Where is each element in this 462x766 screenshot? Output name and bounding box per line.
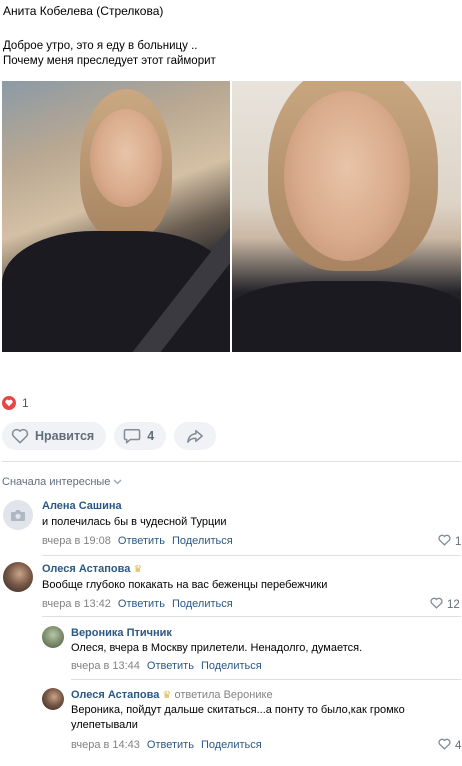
- reply-link[interactable]: Ответить: [147, 660, 194, 672]
- comment-meta: вчера в 14:43 Ответить Поделиться: [71, 739, 262, 751]
- reply-to-label[interactable]: ответила Веронике: [174, 689, 272, 701]
- share-link[interactable]: Поделиться: [172, 598, 233, 610]
- heart-outline-icon: [11, 428, 29, 444]
- likes-count: 1: [22, 396, 29, 410]
- post-photo-1[interactable]: [2, 81, 230, 352]
- divider: [42, 555, 461, 556]
- divider: [71, 679, 461, 680]
- share-arrow-icon: [186, 428, 204, 444]
- share-link[interactable]: Поделиться: [201, 739, 262, 751]
- comment-text: Вообще глубоко покакать на вас беженцы п…: [42, 579, 328, 591]
- comment: Алена Сашина и полечилась бы в чудесной …: [0, 495, 462, 553]
- comment-meta: вчера в 19:08 Ответить Поделиться: [42, 535, 233, 547]
- heart-icon: [2, 396, 16, 410]
- post-photos: [2, 81, 461, 352]
- photo-hoodie: [232, 281, 461, 352]
- reply-link[interactable]: Ответить: [147, 739, 194, 751]
- like-button-label: Нравится: [35, 429, 95, 443]
- comment-author[interactable]: Алена Сашина: [42, 500, 122, 512]
- comment-author-name[interactable]: Олеся Астапова: [42, 563, 130, 575]
- comment-like-count: 12: [447, 598, 460, 611]
- crown-icon: ♛: [162, 690, 172, 701]
- avatar[interactable]: [3, 500, 33, 530]
- comment-text: и полечилась бы в чудесной Турции: [42, 516, 227, 528]
- comment-time[interactable]: вчера в 13:44: [71, 660, 140, 672]
- comment: Олеся Астапова ♛ Вообще глубоко покакать…: [0, 557, 462, 617]
- comment-reply: Вероника Птичник Олеся, вчера в Москву п…: [0, 620, 462, 678]
- photo-face: [90, 109, 162, 207]
- share-link[interactable]: Поделиться: [172, 535, 233, 547]
- heart-outline-icon: [438, 738, 451, 753]
- photo-face: [284, 91, 410, 261]
- divider: [2, 461, 461, 462]
- chevron-down-icon: [113, 476, 122, 488]
- crown-icon: ♛: [133, 564, 143, 575]
- comment-reply: Олеся Астапова ♛ ответила Веронике Верон…: [0, 683, 462, 755]
- comment-time[interactable]: вчера в 13:42: [42, 598, 111, 610]
- comment-time[interactable]: вчера в 19:08: [42, 535, 111, 547]
- reply-link[interactable]: Ответить: [118, 598, 165, 610]
- share-link[interactable]: Поделиться: [201, 660, 262, 672]
- avatar[interactable]: [42, 688, 64, 710]
- share-button[interactable]: [174, 422, 217, 450]
- comment-like-button[interactable]: 1: [438, 534, 461, 549]
- comments-sort-label: Сначала интересные: [2, 476, 111, 488]
- comment-like-button[interactable]: 4: [438, 738, 461, 753]
- comment-icon: [123, 428, 141, 444]
- comment-time[interactable]: вчера в 14:43: [71, 739, 140, 751]
- post-text-line-1: Доброе утро, это я еду в больницу ..: [3, 40, 198, 52]
- comment-text-line-1: Вероника, пойдут дальше скитаться...а по…: [71, 704, 405, 716]
- avatar[interactable]: [3, 562, 33, 592]
- comment-text-line-2: улепетывали: [71, 719, 138, 731]
- comment-meta: вчера в 13:42 Ответить Поделиться: [42, 598, 233, 610]
- comment-author[interactable]: Олеся Астапова ♛: [42, 563, 142, 575]
- comments-sort-dropdown[interactable]: Сначала интересные: [2, 476, 122, 488]
- post-photo-2[interactable]: [232, 81, 461, 352]
- comments-button[interactable]: 4: [114, 422, 167, 450]
- comment-meta: вчера в 13:44 Ответить Поделиться: [71, 660, 262, 672]
- post-author[interactable]: Анита Кобелева (Стрелкова): [3, 4, 163, 18]
- camera-icon: [10, 509, 26, 527]
- post-actions: Нравится 4: [2, 422, 217, 450]
- comment-author-name[interactable]: Олеся Астапова: [71, 689, 159, 701]
- comment-author[interactable]: Олеся Астапова ♛ ответила Веронике: [71, 689, 273, 701]
- comments-count: 4: [147, 429, 155, 443]
- post-text-line-2: Почему меня преследует этот гайморит: [3, 55, 216, 67]
- comment-like-count: 4: [455, 739, 462, 752]
- reply-link[interactable]: Ответить: [118, 535, 165, 547]
- comment-text: Вероника, пойдут дальше скитаться...а по…: [71, 703, 451, 733]
- comment-author[interactable]: Вероника Птичник: [71, 627, 172, 639]
- post-text: Доброе утро, это я еду в больницу .. Поч…: [3, 39, 216, 69]
- comment-like-count: 1: [455, 535, 462, 548]
- avatar[interactable]: [42, 626, 64, 648]
- comment-text: Олеся, вчера в Москву прилетели. Ненадол…: [71, 642, 363, 654]
- comment-like-button[interactable]: 12: [430, 597, 460, 612]
- heart-outline-icon: [438, 534, 451, 549]
- heart-outline-icon: [430, 597, 443, 612]
- divider: [42, 616, 461, 617]
- like-button[interactable]: Нравится: [2, 422, 107, 450]
- reactions-summary[interactable]: 1: [2, 396, 29, 410]
